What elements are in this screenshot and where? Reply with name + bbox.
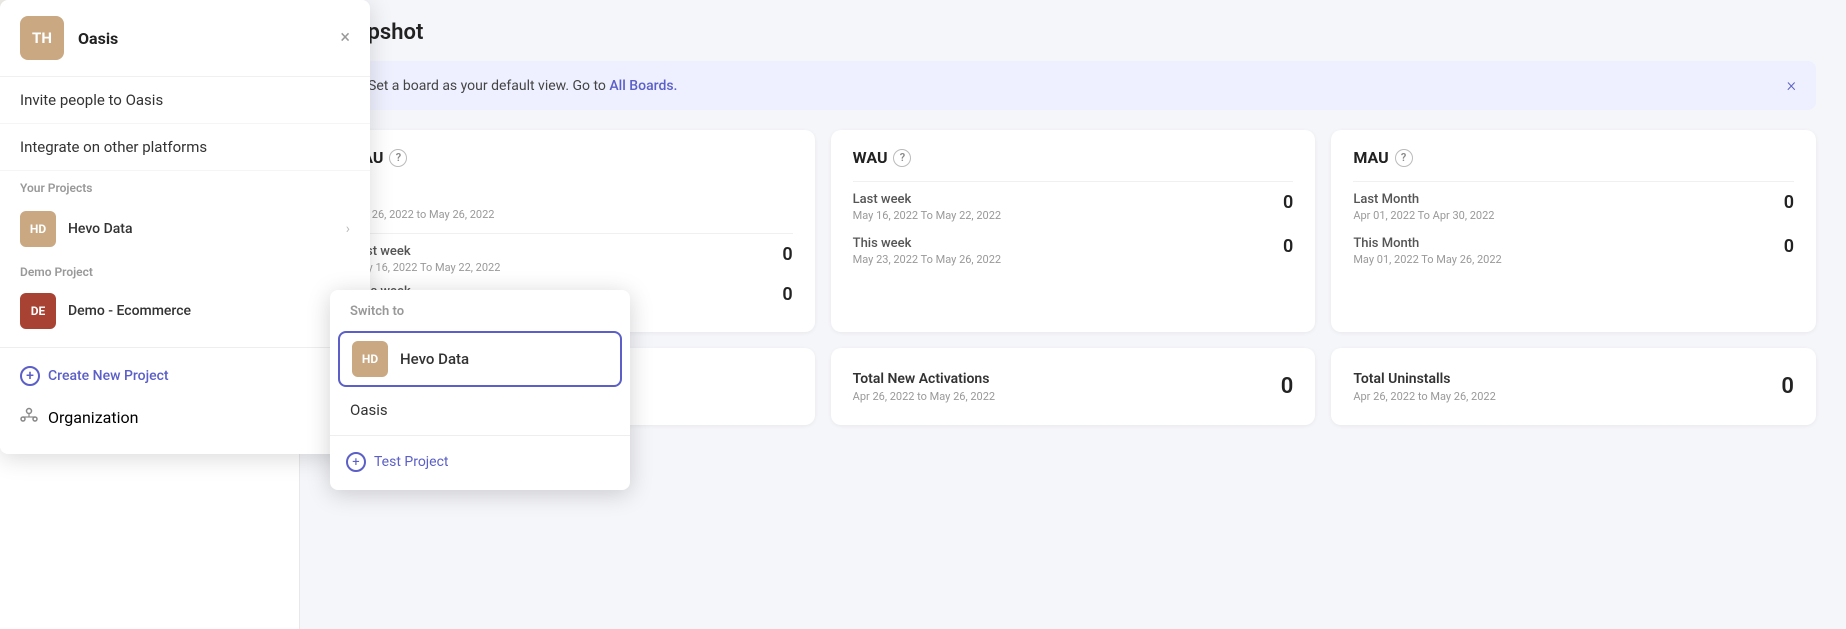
dau-last-week: Last week May 16, 2022 To May 22, 2022 [352, 244, 500, 274]
banner-static-text: Set a board as your default view. Go to [368, 78, 609, 94]
dau-this-week-value: 0 [782, 284, 792, 305]
switch-hevo-name: Hevo Data [400, 350, 469, 368]
switch-oasis-item[interactable]: Oasis [330, 391, 630, 429]
wau-last-week: Last week May 16, 2022 To May 22, 2022 [853, 192, 1001, 222]
dau-last-week-date: May 16, 2022 To May 22, 2022 [352, 261, 500, 274]
your-projects-label: Your Projects [0, 171, 370, 201]
mau-this-month-label: This Month [1353, 236, 1501, 251]
mau-card: MAU ? Last Month Apr 01, 2022 To Apr 30,… [1331, 130, 1816, 332]
dau-title: DAU ? [352, 148, 793, 167]
total-uninstalls-title: Total Uninstalls [1353, 371, 1495, 387]
total-uninstalls-value: 0 [1781, 374, 1794, 399]
total-activations-value: 0 [1281, 374, 1294, 399]
mau-help-icon[interactable]: ? [1395, 149, 1413, 167]
total-activations-date: Apr 26, 2022 to May 26, 2022 [853, 390, 995, 403]
all-boards-link[interactable]: All Boards. [609, 78, 677, 94]
switch-divider [330, 435, 630, 436]
dp-avatar: TH [20, 16, 64, 60]
total-uninstalls-date: Apr 26, 2022 to May 26, 2022 [1353, 390, 1495, 403]
dau-date-range: Apr 26, 2022 to May 26, 2022 [352, 208, 494, 221]
wau-this-week: This week May 23, 2022 To May 26, 2022 [853, 236, 1001, 266]
switch-test-project-label: Test Project [374, 454, 448, 470]
wau-card: WAU ? Last week May 16, 2022 To May 22, … [831, 130, 1316, 332]
dau-last-week-label: Last week [352, 244, 500, 259]
wau-title-text: WAU [853, 148, 888, 167]
create-new-project-label: Create New Project [48, 368, 169, 384]
demo-ecommerce-item[interactable]: DE Demo - Ecommerce [0, 283, 370, 339]
switch-test-plus-icon: + [346, 452, 366, 472]
demo-project-label: Demo Project [0, 257, 370, 283]
dp-divider [0, 347, 370, 348]
dp-close-button[interactable]: × [340, 29, 350, 47]
info-banner: Set a board as your default view. Go to … [330, 61, 1816, 110]
switch-hevo-avatar: HD [352, 341, 388, 377]
dau-last-week-value: 0 [782, 244, 792, 265]
hevo-data-chevron-icon: › [346, 221, 350, 237]
dau-value-row: 0 Apr 26, 2022 to May 26, 2022 [352, 181, 793, 221]
wau-this-week-value: 0 [1283, 236, 1293, 257]
wau-this-week-row: This week May 23, 2022 To May 26, 2022 0 [853, 236, 1294, 266]
demo-ecommerce-name: Demo - Ecommerce [68, 303, 350, 319]
demo-ecommerce-avatar: DE [20, 293, 56, 329]
dau-value: 0 Apr 26, 2022 to May 26, 2022 [352, 181, 494, 221]
dropdown-panel: TH Oasis × Invite people to Oasis Integr… [0, 0, 370, 454]
switch-popup: Switch to HD Hevo Data Oasis + Test Proj… [330, 290, 630, 490]
mau-last-month: Last Month Apr 01, 2022 To Apr 30, 2022 [1353, 192, 1494, 222]
mau-this-month-date: May 01, 2022 To May 26, 2022 [1353, 253, 1501, 266]
mau-last-month-label: Last Month [1353, 192, 1494, 207]
total-activations-title: Total New Activations [853, 371, 995, 387]
dropdown-panel-header: TH Oasis × [0, 0, 370, 77]
integrate-platforms-item[interactable]: Integrate on other platforms [0, 124, 370, 171]
switch-test-project-item[interactable]: + Test Project [330, 442, 630, 482]
wau-last-week-value: 0 [1283, 192, 1293, 213]
wau-last-week-label: Last week [853, 192, 1001, 207]
create-new-project-button[interactable]: + Create New Project [0, 356, 370, 396]
total-activations-info: Total New Activations Apr 26, 2022 to Ma… [853, 371, 995, 403]
mau-title: MAU ? [1353, 148, 1794, 167]
page-title: Snapshot [330, 20, 1816, 45]
hevo-data-name: Hevo Data [68, 221, 334, 237]
wau-this-week-inner: This week May 23, 2022 To May 26, 2022 0 [853, 236, 1294, 266]
invite-people-item[interactable]: Invite people to Oasis [0, 77, 370, 124]
total-activations-card: Total New Activations Apr 26, 2022 to Ma… [831, 348, 1316, 425]
wau-last-week-row: Last week May 16, 2022 To May 22, 2022 0 [853, 181, 1294, 222]
org-icon [20, 406, 38, 428]
total-uninstalls-card: Total Uninstalls Apr 26, 2022 to May 26,… [1331, 348, 1816, 425]
mau-title-text: MAU [1353, 148, 1388, 167]
hevo-data-project-item[interactable]: HD Hevo Data › [0, 201, 370, 257]
mau-last-month-value: 0 [1784, 192, 1794, 213]
dau-help-icon[interactable]: ? [389, 149, 407, 167]
dp-workspace-name: Oasis [78, 29, 326, 48]
wau-help-icon[interactable]: ? [893, 149, 911, 167]
banner-text: Set a board as your default view. Go to … [368, 78, 1777, 94]
wau-this-week-label: This week [853, 236, 1001, 251]
banner-close-button[interactable]: × [1787, 75, 1796, 96]
mau-last-month-date: Apr 01, 2022 To Apr 30, 2022 [1353, 209, 1494, 222]
switch-hevo-data-item[interactable]: HD Hevo Data [338, 331, 622, 387]
mau-this-month-value: 0 [1784, 236, 1794, 257]
dau-bottom: Last week May 16, 2022 To May 22, 2022 0 [352, 233, 793, 274]
mau-last-month-row: Last Month Apr 01, 2022 To Apr 30, 2022 … [1353, 181, 1794, 222]
switch-popup-header: Switch to [330, 290, 630, 327]
wau-title: WAU ? [853, 148, 1294, 167]
mau-this-month: This Month May 01, 2022 To May 26, 2022 [1353, 236, 1501, 266]
create-plus-icon: + [20, 366, 40, 386]
wau-this-week-date: May 23, 2022 To May 26, 2022 [853, 253, 1001, 266]
organization-item[interactable]: Organization [0, 396, 370, 438]
org-label: Organization [48, 408, 138, 427]
mau-this-month-row: This Month May 01, 2022 To May 26, 2022 … [1353, 236, 1794, 266]
dau-main-value: 0 [352, 181, 494, 206]
wau-last-week-date: May 16, 2022 To May 22, 2022 [853, 209, 1001, 222]
hevo-data-avatar: HD [20, 211, 56, 247]
mau-this-month-inner: This Month May 01, 2022 To May 26, 2022 … [1353, 236, 1794, 266]
total-uninstalls-info: Total Uninstalls Apr 26, 2022 to May 26,… [1353, 371, 1495, 403]
